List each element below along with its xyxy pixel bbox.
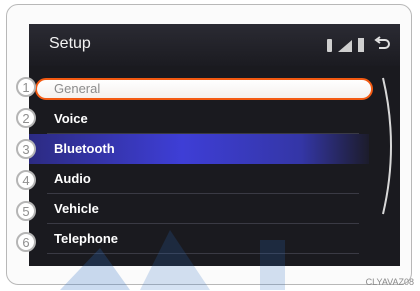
callout-6: 6 <box>16 232 36 252</box>
menu-item-label: Bluetooth <box>54 141 115 156</box>
menu-item-label: Audio <box>54 171 91 186</box>
menu-item-audio[interactable]: Audio <box>29 164 369 194</box>
menu-item-label: Vehicle <box>54 201 99 216</box>
status-icons <box>327 36 390 52</box>
callout-3: 3 <box>16 139 36 159</box>
scroll-indicator[interactable] <box>379 76 400 216</box>
signal-icon <box>338 40 352 52</box>
callout-5: 5 <box>16 201 36 221</box>
image-code: CLYAVAZ08 <box>365 277 414 287</box>
screen-title: Setup <box>49 35 91 52</box>
menu-item-bluetooth[interactable]: Bluetooth <box>29 134 369 164</box>
callout-1: 1 <box>16 77 36 97</box>
menu-item-general[interactable]: General <box>29 74 373 104</box>
callout-2: 2 <box>16 108 36 128</box>
callout-4: 4 <box>16 170 36 190</box>
menu-item-label: General <box>54 81 101 96</box>
watermark <box>60 230 285 290</box>
screen-header: Setup <box>29 24 400 66</box>
battery-icon <box>358 38 364 52</box>
menu-item-label: Voice <box>54 111 88 126</box>
bluetooth-icon <box>327 39 332 52</box>
back-icon[interactable] <box>374 36 390 52</box>
menu-item-voice[interactable]: Voice <box>29 104 369 134</box>
